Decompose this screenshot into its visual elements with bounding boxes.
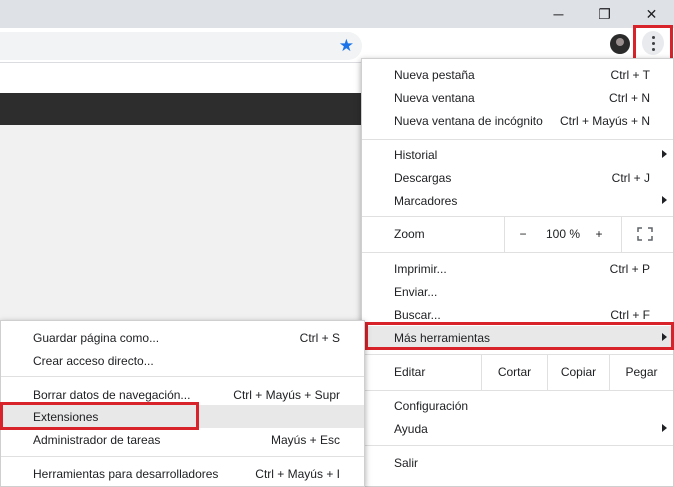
zoom-level: 100 % (545, 227, 581, 241)
fullscreen-button[interactable] (637, 227, 653, 241)
submenu-item-extensions[interactable]: Extensiones (1, 405, 364, 428)
menu-item-more-tools[interactable]: Más herramientas (362, 326, 673, 349)
menu-divider (362, 390, 673, 391)
menu-item-shortcut: Ctrl + N (608, 90, 650, 105)
menu-item-incognito[interactable]: Nueva ventana de incógnito Ctrl + Mayús … (362, 109, 673, 132)
menu-divider (362, 139, 673, 140)
dot-icon (651, 47, 655, 51)
edit-row: Editar Cortar Copiar Pegar (362, 355, 673, 390)
menu-item-print[interactable]: Imprimir... Ctrl + P (362, 257, 673, 280)
menu-item-label: Ayuda (394, 421, 428, 436)
cut-button[interactable]: Cortar (482, 365, 547, 379)
menu-item-label: Nueva ventana de incógnito (394, 113, 543, 128)
menu-item-label: Crear acceso directo... (33, 353, 154, 368)
zoom-label: Zoom (394, 227, 425, 241)
menu-item-downloads[interactable]: Descargas Ctrl + J (362, 166, 673, 189)
zoom-row: Zoom − 100 % + (362, 217, 673, 252)
dot-icon (651, 41, 655, 45)
fullscreen-icon (637, 227, 653, 241)
edit-label: Editar (394, 365, 426, 379)
menu-divider (1, 456, 364, 457)
page-header-bar (0, 93, 362, 125)
menu-item-settings[interactable]: Configuración (362, 394, 673, 417)
menu-item-label: Marcadores (394, 193, 458, 208)
menu-item-shortcut: Mayús + Esc (270, 432, 340, 447)
menu-item-label: Nueva ventana (394, 90, 475, 105)
menu-item-help[interactable]: Ayuda (362, 417, 673, 440)
menu-item-label: Buscar... (394, 307, 441, 322)
chevron-right-icon (662, 333, 667, 341)
menu-item-exit[interactable]: Salir (362, 451, 673, 474)
menu-item-label: Configuración (394, 398, 469, 413)
restore-icon: ❐ (598, 5, 611, 22)
menu-item-label: Descargas (394, 170, 452, 185)
copy-button[interactable]: Copiar (548, 365, 609, 379)
chevron-right-icon (662, 424, 667, 432)
minimize-button[interactable]: ─ (536, 0, 581, 28)
more-tools-submenu: Guardar página como... Ctrl + S Crear ac… (0, 320, 365, 487)
zoom-divider (504, 217, 505, 252)
menu-item-shortcut: Ctrl + P (609, 261, 650, 276)
menu-item-label: Herramientas para desarrolladores (33, 466, 219, 481)
menu-item-label: Borrar datos de navegación... (33, 387, 191, 402)
menu-item-history[interactable]: Historial (362, 143, 673, 166)
menu-item-new-window[interactable]: Nueva ventana Ctrl + N (362, 86, 673, 109)
submenu-item-create-shortcut[interactable]: Crear acceso directo... (1, 349, 364, 372)
restore-button[interactable]: ❐ (582, 0, 627, 28)
menu-item-label: Historial (394, 147, 438, 162)
menu-item-shortcut: Ctrl + J (611, 170, 650, 185)
menu-item-label: Guardar página como... (33, 330, 160, 345)
profile-avatar[interactable] (610, 34, 630, 54)
submenu-item-save-page[interactable]: Guardar página como... Ctrl + S (1, 326, 364, 349)
submenu-item-clear-data[interactable]: Borrar datos de navegación... Ctrl + May… (1, 383, 364, 406)
dot-icon (651, 35, 655, 39)
menu-item-new-tab[interactable]: Nueva pestaña Ctrl + T (362, 63, 673, 86)
chevron-right-icon (662, 196, 667, 204)
close-icon: ✕ (645, 5, 658, 22)
menu-item-bookmarks[interactable]: Marcadores (362, 189, 673, 212)
zoom-in-button[interactable]: + (592, 227, 606, 241)
menu-item-shortcut: Ctrl + T (610, 67, 650, 82)
menu-item-shortcut: Ctrl + S (299, 330, 340, 345)
menu-item-label: Enviar... (394, 284, 438, 299)
menu-divider (362, 252, 673, 253)
submenu-item-task-manager[interactable]: Administrador de tareas Mayús + Esc (1, 428, 364, 451)
menu-item-shortcut: Ctrl + Mayús + Supr (233, 387, 340, 402)
menu-item-find[interactable]: Buscar... Ctrl + F (362, 303, 673, 326)
menu-divider (1, 376, 364, 377)
address-bar[interactable]: ★ (0, 32, 362, 60)
menu-item-shortcut: Ctrl + Mayús + N (559, 113, 650, 128)
menu-item-shortcut: Ctrl + Mayús + I (255, 466, 340, 481)
submenu-item-dev-tools[interactable]: Herramientas para desarrolladores Ctrl +… (1, 462, 364, 485)
menu-item-label: Administrador de tareas (33, 432, 161, 447)
zoom-out-button[interactable]: − (516, 227, 530, 241)
menu-item-label: Salir (394, 455, 419, 470)
chrome-menu-button[interactable] (642, 31, 664, 55)
menu-item-shortcut: Ctrl + F (610, 307, 650, 322)
menu-item-label: Imprimir... (394, 261, 447, 276)
menu-item-cast[interactable]: Enviar... (362, 280, 673, 303)
star-icon[interactable]: ★ (339, 36, 354, 56)
title-bar: ─ ❐ ✕ (0, 0, 674, 28)
close-window-button[interactable]: ✕ (629, 0, 674, 28)
menu-item-label: Más herramientas (394, 330, 491, 345)
menu-divider (362, 445, 673, 446)
minimize-icon: ─ (553, 6, 564, 22)
zoom-divider (621, 217, 622, 252)
menu-item-label: Extensiones (33, 409, 99, 424)
menu-item-label: Nueva pestaña (394, 67, 475, 82)
chevron-right-icon (662, 150, 667, 158)
paste-button[interactable]: Pegar (610, 365, 673, 379)
chrome-menu: Nueva pestaña Ctrl + T Nueva ventana Ctr… (361, 58, 674, 487)
